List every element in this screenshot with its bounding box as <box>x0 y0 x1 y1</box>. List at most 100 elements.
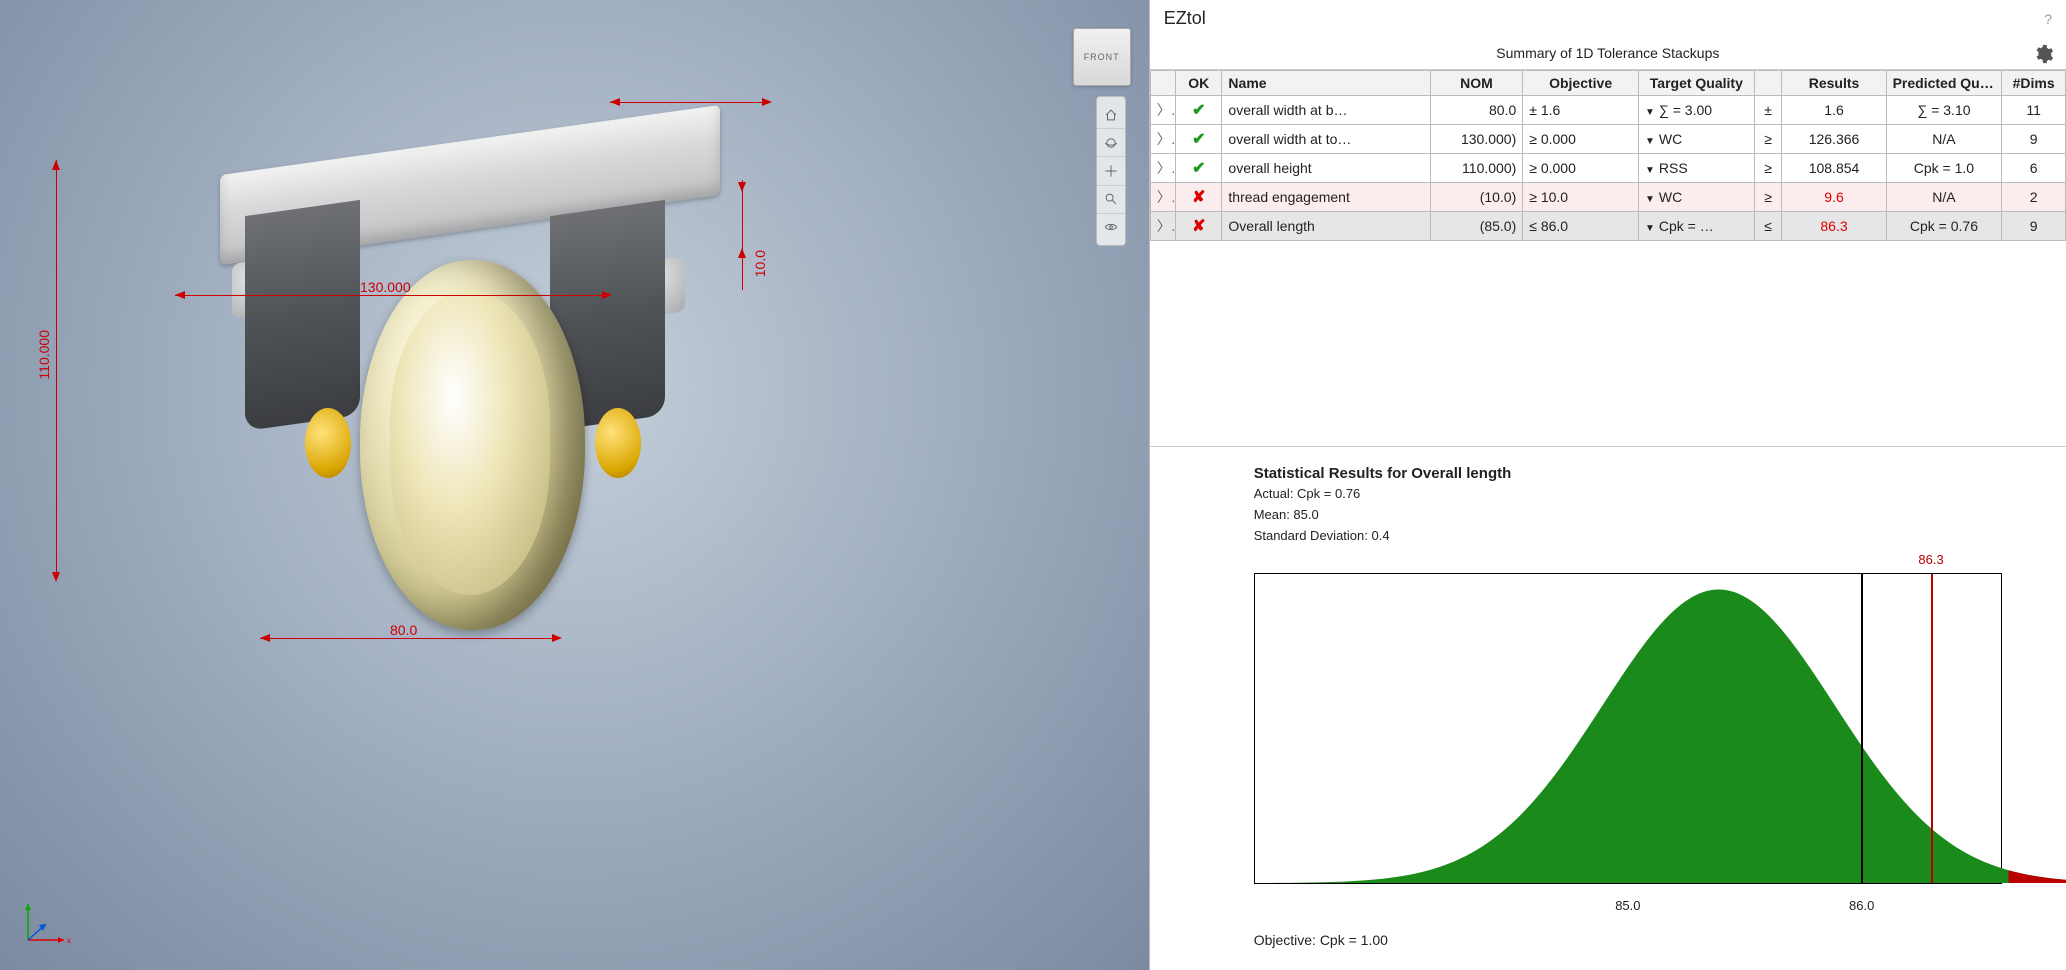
col-results[interactable]: Results <box>1782 71 1886 96</box>
subheader-title: Summary of 1D Tolerance Stackups <box>1496 45 1719 61</box>
dim-width-top-label: 130.000 <box>360 279 411 295</box>
cell-target-quality[interactable]: ▼∑ = 3.00 <box>1638 96 1754 125</box>
col-objective[interactable]: Objective <box>1523 71 1639 96</box>
cell-nom: (85.0) <box>1430 212 1523 241</box>
cell-name: overall width at to… <box>1222 125 1430 154</box>
x-icon: ✘ <box>1192 218 1205 235</box>
nav-bar <box>1096 96 1126 246</box>
expand-toggle[interactable]: 〉 <box>1150 96 1175 125</box>
cell-objective: ≥ 10.0 <box>1523 183 1639 212</box>
table-row[interactable]: 〉✘thread engagement(10.0)≥ 10.0▼WC≥9.6N/… <box>1150 183 2065 212</box>
model-wheel <box>360 260 585 630</box>
table-row[interactable]: 〉✔overall width at b…80.0± 1.6▼∑ = 3.00±… <box>1150 96 2065 125</box>
dim-arrow <box>552 634 562 642</box>
cell-ok: ✘ <box>1176 183 1222 212</box>
stackups-table: OK Name NOM Objective Target Quality Res… <box>1150 70 2066 241</box>
cell-predicted-quality: Cpk = 1.0 <box>1886 154 2002 183</box>
dim-line <box>610 102 770 103</box>
dim-arrow <box>738 248 746 258</box>
col-ok[interactable]: OK <box>1176 71 1222 96</box>
cell-op: ≤ <box>1754 212 1782 241</box>
table-row[interactable]: 〉✔overall width at to…130.000)≥ 0.000▼WC… <box>1150 125 2065 154</box>
cell-target-quality[interactable]: ▼Cpk = … <box>1638 212 1754 241</box>
cell-dims: 11 <box>2002 96 2066 125</box>
chart-actual: Actual: Cpk = 0.76 <box>1254 486 2042 503</box>
dim-height-label: 110.000 <box>36 330 52 380</box>
eztol-panel: EZtol ? Summary of 1D Tolerance Stackups… <box>1149 0 2066 970</box>
model-bracket <box>245 200 360 431</box>
model-axle-cap <box>305 408 351 478</box>
col-name[interactable]: Name <box>1222 71 1430 96</box>
dim-thickness-label: 10.0 <box>752 250 768 277</box>
xtick: 86.0 <box>1849 898 1874 913</box>
cell-ok: ✔ <box>1176 125 1222 154</box>
col-expand <box>1150 71 1175 96</box>
expand-toggle[interactable]: 〉 <box>1150 212 1175 241</box>
table-row[interactable]: 〉✘Overall length(85.0)≤ 86.0▼Cpk = …≤86.… <box>1150 212 2065 241</box>
dim-line <box>56 160 57 580</box>
expand-toggle[interactable]: 〉 <box>1150 183 1175 212</box>
chart-sd: Standard Deviation: 0.4 <box>1254 528 2042 545</box>
dim-arrow <box>762 98 772 106</box>
cad-viewport[interactable]: FRONT 110.000 130.000 80.0 10.0 <box>0 0 1149 970</box>
nav-pan-icon[interactable] <box>1097 157 1125 185</box>
nav-look-icon[interactable] <box>1097 214 1125 241</box>
cell-result: 86.3 <box>1782 212 1886 241</box>
axis-triad-icon: x <box>18 894 74 950</box>
dim-arrow <box>52 160 60 170</box>
col-dims[interactable]: #Dims <box>2002 71 2066 96</box>
cad-model[interactable] <box>160 140 720 670</box>
nav-zoom-icon[interactable] <box>1097 186 1125 214</box>
cell-op: ≥ <box>1754 125 1782 154</box>
chart-title: Statistical Results for Overall length <box>1254 465 2042 482</box>
cell-op: ≥ <box>1754 154 1782 183</box>
cell-name: overall width at b… <box>1222 96 1430 125</box>
cell-ok: ✔ <box>1176 96 1222 125</box>
cell-predicted-quality: Cpk = 0.76 <box>1886 212 2002 241</box>
table-row[interactable]: 〉✔overall height110.000)≥ 0.000▼RSS≥108.… <box>1150 154 2065 183</box>
col-nom[interactable]: NOM <box>1430 71 1523 96</box>
cell-name: thread engagement <box>1222 183 1430 212</box>
settings-button[interactable] <box>2030 41 2056 67</box>
cell-dims: 2 <box>2002 183 2066 212</box>
xtick: 85.0 <box>1615 898 1640 913</box>
cell-predicted-quality: N/A <box>1886 125 2002 154</box>
cell-result: 1.6 <box>1782 96 1886 125</box>
model-axle-cap <box>595 408 641 478</box>
cell-target-quality[interactable]: ▼WC <box>1638 183 1754 212</box>
dim-line <box>260 638 560 639</box>
col-predicted-quality[interactable]: Predicted Quality <box>1886 71 2002 96</box>
cell-target-quality[interactable]: ▼WC <box>1638 125 1754 154</box>
app-title: EZtol <box>1164 8 1206 29</box>
dim-arrow <box>260 634 270 642</box>
dim-arrow <box>52 572 60 582</box>
actual-label: 86.3 <box>1918 552 1943 567</box>
gear-icon <box>2032 43 2054 65</box>
svg-text:x: x <box>67 936 71 945</box>
cell-objective: ≥ 0.000 <box>1523 154 1639 183</box>
expand-toggle[interactable]: 〉 <box>1150 125 1175 154</box>
cell-result: 126.366 <box>1782 125 1886 154</box>
expand-toggle[interactable]: 〉 <box>1150 154 1175 183</box>
cell-predicted-quality: N/A <box>1886 183 2002 212</box>
chart-objective: Objective: Cpk = 1.00 <box>1254 932 2042 948</box>
col-target-quality[interactable]: Target Quality <box>1638 71 1754 96</box>
view-cube[interactable]: FRONT <box>1073 28 1131 86</box>
cell-name: overall height <box>1222 154 1430 183</box>
dim-arrow <box>738 182 746 192</box>
nav-home-icon[interactable] <box>1097 101 1125 129</box>
chart-plot: 86.3 <box>1254 573 2002 884</box>
cell-result: 9.6 <box>1782 183 1886 212</box>
distribution-curve <box>1255 574 2066 883</box>
dim-line <box>175 295 610 296</box>
check-icon: ✔ <box>1192 131 1205 148</box>
cell-result: 108.854 <box>1782 154 1886 183</box>
nav-orbit-icon[interactable] <box>1097 129 1125 157</box>
help-icon[interactable]: ? <box>2044 11 2052 27</box>
cell-op: ≥ <box>1754 183 1782 212</box>
chart-section: Statistical Results for Overall length A… <box>1150 446 2066 970</box>
check-icon: ✔ <box>1192 160 1205 177</box>
cell-ok: ✔ <box>1176 154 1222 183</box>
cell-target-quality[interactable]: ▼RSS <box>1638 154 1754 183</box>
cell-nom: 130.000) <box>1430 125 1523 154</box>
